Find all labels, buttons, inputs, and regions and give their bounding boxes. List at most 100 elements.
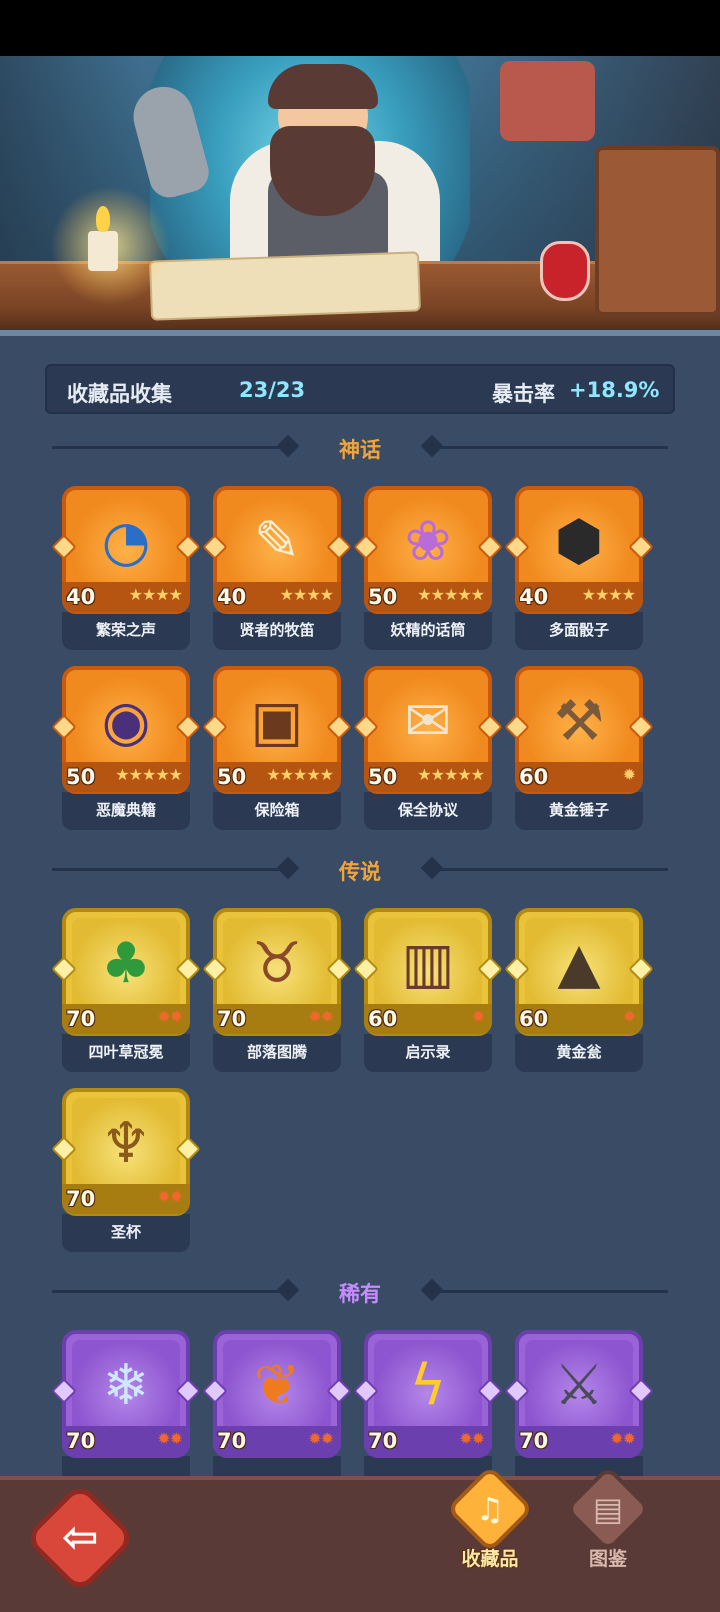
item-level: 70 — [66, 1187, 96, 1211]
item-name: 黄金锤子 — [548, 801, 609, 819]
item-name: 繁荣之声 — [95, 621, 156, 639]
tab-collection[interactable]: ♫ 收藏品 — [444, 1465, 534, 1578]
collectible-card[interactable]: ❄ 70 ✹✹ — [51, 1330, 201, 1486]
collectible-card[interactable]: ▥ 60 ✹ 启示录 — [353, 908, 503, 1076]
crit-rate-label: 暴击率 — [492, 382, 555, 406]
item-level: 50 — [66, 765, 96, 789]
item-name: 保险箱 — [254, 801, 300, 819]
item-name: 四叶草冠冕 — [88, 1043, 164, 1061]
item-name: 恶魔典籍 — [95, 801, 156, 819]
item-level: 50 — [217, 765, 247, 789]
grail-icon: ♆ — [100, 1111, 152, 1176]
collectible-card[interactable]: ♣ 70 ✹✹ 四叶草冠冕 — [51, 908, 201, 1076]
shell-icon: ◔ — [101, 509, 151, 574]
collection-panel: 收藏品收集 23/23 暴击率 +18.9% 神话 ◔ 40 ★★★★ 繁荣之声 ✎ 40… — [0, 336, 720, 1486]
collectible-card[interactable]: ✎ 40 ★★★★ 贤者的牧笛 — [202, 486, 352, 654]
lyre-icon: ♫ — [475, 1490, 505, 1528]
chest-decoration — [595, 146, 720, 316]
collectible-card[interactable]: ✉ 50 ★★★★★ 保全协议 — [353, 666, 503, 834]
feather-icon: ❦ — [253, 1353, 301, 1418]
collectible-card[interactable]: ϟ 70 ✹✹ — [353, 1330, 503, 1486]
star-rating: ★★★★ — [581, 585, 636, 604]
collection-count: 23/23 — [239, 378, 306, 402]
item-level: 40 — [66, 585, 96, 609]
collectible-card[interactable]: ◔ 40 ★★★★ 繁荣之声 — [51, 486, 201, 654]
star-rating: ✹✹ — [459, 1429, 485, 1448]
back-arrow-icon: ⇦ — [61, 1512, 99, 1563]
collectible-card[interactable]: ⚒ 60 ✹ 黄金锤子 — [504, 666, 654, 834]
dice-icon: ⬢ — [554, 509, 604, 574]
collectible-card[interactable]: ◉ 50 ★★★★★ 恶魔典籍 — [51, 666, 201, 834]
collectible-card[interactable]: ⬢ 40 ★★★★ 多面骰子 — [504, 486, 654, 654]
item-level: 40 — [519, 585, 549, 609]
bottom-nav: ⇦ ♫ 收藏品 ▤ 图鉴 — [0, 1465, 720, 1612]
item-level: 50 — [368, 585, 398, 609]
section-title: 传说 — [339, 860, 381, 884]
safe-chest-icon: ▣ — [250, 689, 304, 754]
item-level: 70 — [66, 1007, 96, 1031]
item-level: 70 — [368, 1429, 398, 1453]
collectible-card[interactable]: ❀ 50 ★★★★★ 妖精的话筒 — [353, 486, 503, 654]
book-icon: ▤ — [592, 1490, 624, 1528]
section-header-legend: 传说 — [52, 854, 668, 884]
item-name: 启示录 — [405, 1043, 451, 1061]
collection-label: 收藏品收集 — [67, 382, 172, 406]
tribal-mask-decoration — [500, 61, 595, 141]
urn-icon: ▲ — [557, 931, 601, 996]
item-level: 40 — [217, 585, 247, 609]
collection-summary-bar: 收藏品收集 23/23 暴击率 +18.9% — [45, 364, 675, 414]
open-book-icon: ▥ — [401, 931, 455, 996]
clover-crown-icon: ♣ — [100, 931, 152, 996]
tab-codex[interactable]: ▤ 图鉴 — [562, 1465, 652, 1578]
treasure-map — [149, 251, 421, 321]
collectible-card[interactable]: ▲ 60 ✹ 黄金瓮 — [504, 908, 654, 1076]
item-name: 多面骰子 — [548, 621, 609, 639]
candle-icon — [88, 231, 118, 271]
section-header-mythic: 神话 — [52, 432, 668, 462]
flute-icon: ✎ — [253, 509, 301, 574]
ice-dagger-icon: ❄ — [102, 1353, 150, 1418]
star-rating: ★★★★★ — [417, 765, 485, 784]
item-level: 60 — [519, 1007, 549, 1031]
potion-icon — [540, 241, 590, 301]
shop-banner-illustration — [0, 56, 720, 336]
item-level: 70 — [519, 1429, 549, 1453]
status-bar — [0, 0, 720, 56]
item-level: 50 — [368, 765, 398, 789]
star-rating: ✹ — [471, 1007, 485, 1026]
item-level: 70 — [217, 1007, 247, 1031]
star-rating: ✹ — [622, 1007, 636, 1026]
item-name: 部落图腾 — [246, 1043, 307, 1061]
star-rating: ✹✹ — [308, 1429, 334, 1448]
section-title: 神话 — [339, 438, 381, 462]
demon-book-icon: ◉ — [101, 689, 151, 754]
star-rating: ★★★★★ — [115, 765, 183, 784]
fairy-microphone-icon: ❀ — [404, 509, 452, 574]
crit-rate-value: +18.9% — [569, 378, 660, 402]
collectible-card[interactable]: ♉ 70 ✹✹ 部落图腾 — [202, 908, 352, 1076]
contract-icon: ✉ — [404, 689, 452, 754]
star-rating: ★★★★ — [128, 585, 183, 604]
collectible-card[interactable]: ❦ 70 ✹✹ — [202, 1330, 352, 1486]
tab-label: 收藏品 — [461, 1548, 519, 1570]
axe-icon: ⚔ — [553, 1353, 605, 1418]
star-rating: ✹✹ — [157, 1429, 183, 1448]
star-rating: ★★★★ — [279, 585, 334, 604]
collectible-card[interactable]: ♆ 70 ✹✹ 圣杯 — [51, 1088, 201, 1256]
star-rating: ✹✹ — [610, 1429, 636, 1448]
star-rating: ★★★★★ — [417, 585, 485, 604]
item-level: 70 — [66, 1429, 96, 1453]
star-rating: ✹✹ — [157, 1007, 183, 1026]
star-rating: ✹ — [622, 765, 636, 784]
section-title: 稀有 — [339, 1282, 381, 1306]
hammer-icon: ⚒ — [553, 689, 605, 754]
item-level: 70 — [217, 1429, 247, 1453]
collectible-card[interactable]: ▣ 50 ★★★★★ 保险箱 — [202, 666, 352, 834]
item-level: 60 — [368, 1007, 398, 1031]
star-rating: ★★★★★ — [266, 765, 334, 784]
item-level: 60 — [519, 765, 549, 789]
section-header-rare: 稀有 — [52, 1276, 668, 1306]
collectible-card[interactable]: ⚔ 70 ✹✹ — [504, 1330, 654, 1486]
lightning-card-icon: ϟ — [409, 1353, 447, 1418]
star-rating: ✹✹ — [308, 1007, 334, 1026]
